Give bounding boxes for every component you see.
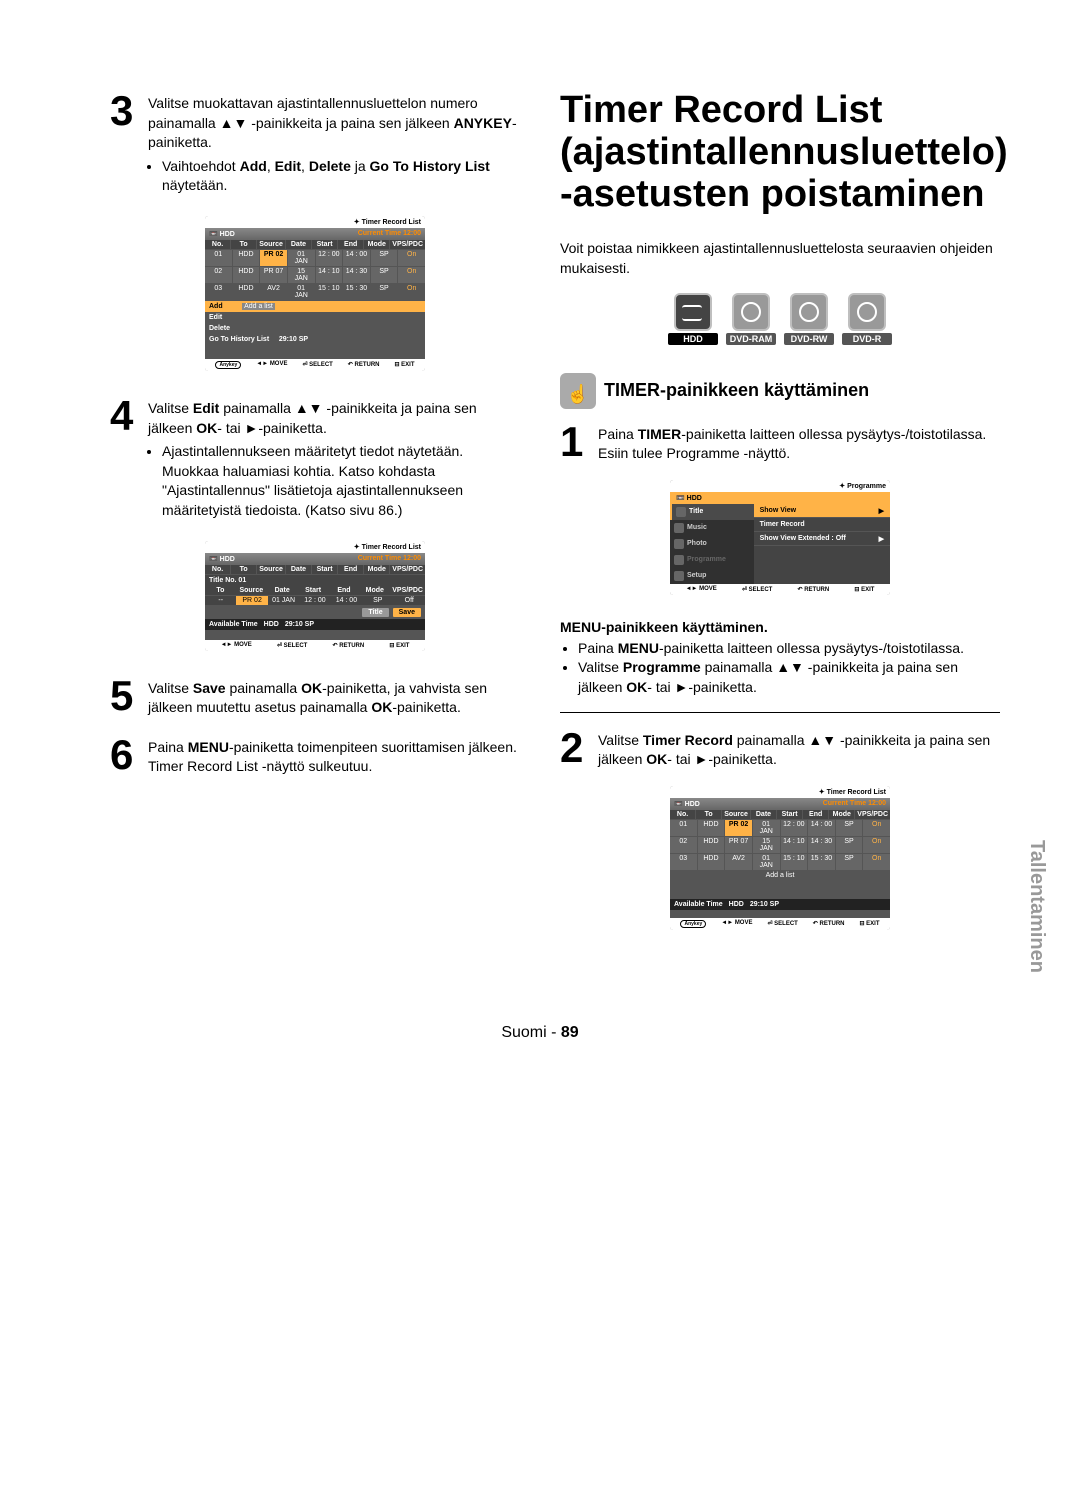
ui-footer: ◄► MOVE ⏎ SELECT ↶ RETURN ⊟ EXIT: [205, 640, 425, 651]
badge-dvd-r: DVD-R: [842, 293, 892, 345]
ui-footer: ◄► MOVE ⏎ SELECT ↶ RETURN ⊟ EXIT: [670, 584, 890, 595]
step-number: 2: [560, 727, 598, 770]
step-number: 6: [110, 734, 148, 777]
ui-title: Timer Record List: [205, 216, 425, 228]
inner-header: ToSourceDateStartEndModeVPS/PDC: [205, 586, 425, 596]
inner-row: --PR 0201 JAN12 : 0014 : 00SPOff: [205, 596, 425, 606]
add-a-list: Add a list: [758, 871, 803, 880]
intro-text: Voit poistaa nimikkeen ajastintallennusl…: [560, 239, 1000, 278]
ui-footer: Anykey ◄► MOVE ⏎ SELECT ↶ RETURN ⊟ EXIT: [670, 918, 890, 930]
step-body: Valitse muokattavan ajastintallennusluet…: [148, 90, 520, 200]
step-body: Valitse Edit painamalla ▲▼ -painikkeita …: [148, 395, 520, 525]
step-number: 4: [110, 395, 148, 525]
table-row: 03HDDAV201 JAN15 : 1015 : 30SPOn: [205, 284, 425, 301]
step-6: 6 Paina MENU-painiketta toimenpiteen suo…: [110, 734, 520, 777]
title-number: Title No. 01: [205, 575, 425, 586]
step-body: Paina TIMER-painiketta laitteen ollessa …: [598, 421, 986, 464]
timer-record-list-screen: Timer Record List 📼 HDD Current Time 12:…: [205, 216, 425, 371]
button-row: Title Save: [205, 606, 425, 619]
media-badges: HDD DVD-RAM DVD-RW DVD-R: [560, 293, 1000, 345]
badge-dvd-rw: DVD-RW: [784, 293, 834, 345]
badge-dvd-ram: DVD-RAM: [726, 293, 776, 345]
menu-edit: Edit: [205, 312, 425, 323]
sidebar-item-photo: Photo: [670, 536, 754, 552]
programme-sidebar: Title Music Photo Programme Setup: [670, 504, 754, 584]
sidebar-item-music: Music: [670, 520, 754, 536]
step-4: 4 Valitse Edit painamalla ▲▼ -painikkeit…: [110, 395, 520, 525]
step-body: Valitse Timer Record painamalla ▲▼ -pain…: [598, 727, 1000, 770]
table-header: No.ToSourceDateStartEndModeVPS/PDC: [670, 810, 890, 820]
remote-icon: ☝: [560, 373, 596, 409]
table-row: 03HDDAV201 JAN15 : 1015 : 30SPOn: [670, 854, 890, 871]
save-button: Save: [393, 608, 421, 617]
timer-record-list-screen-2: Timer Record List 📼 HDD Current Time 12:…: [670, 786, 890, 930]
side-tab: Tallentaminen: [1025, 840, 1048, 973]
timer-record-edit-screen: Timer Record List 📼 HDD Current Time 12:…: [205, 541, 425, 651]
sub-heading: MENU-painikkeen käyttäminen.: [560, 619, 1000, 635]
step-3: 3 Valitse muokattavan ajastintallennuslu…: [110, 90, 520, 200]
step-body: Valitse Save painamalla OK-painiketta, j…: [148, 675, 520, 718]
table-row: 02HDDPR 0715 JAN14 : 1014 : 30SPOn: [670, 837, 890, 854]
badge-hdd: HDD: [668, 293, 718, 345]
sidebar-item-title: Title: [670, 504, 754, 520]
ui-title: Timer Record List: [205, 541, 425, 553]
page-title: Timer Record List (ajastintallennusluett…: [560, 90, 1000, 215]
sidebar-item-programme: Programme: [670, 552, 754, 568]
step-number: 5: [110, 675, 148, 718]
table-row: 02HDDPR 0715 JAN14 : 1014 : 30SPOn: [205, 267, 425, 284]
table-row: 01HDDPR 0201 JAN12 : 0014 : 00SPOn: [670, 820, 890, 837]
step-1: 1 Paina TIMER-painiketta laitteen olless…: [560, 421, 1000, 464]
ui-title: Programme: [670, 480, 890, 492]
table-header: No.ToSourceDateStartEndModeVPS/PDC: [205, 240, 425, 250]
programme-screen: Programme 📼 HDD Title Music Photo Progra…: [670, 480, 890, 595]
ui-footer: Anykey ◄► MOVE ⏎ SELECT ↶ RETURN ⊟ EXIT: [205, 359, 425, 371]
step-body: Paina MENU-painiketta toimenpiteen suori…: [148, 734, 520, 777]
sidebar-item-setup: Setup: [670, 568, 754, 584]
table-header: No.ToSourceDateStartEndModeVPS/PDC: [205, 565, 425, 575]
step-number: 3: [110, 90, 148, 200]
title-button: Title: [362, 608, 388, 617]
available-time: Available TimeHDD29:10 SP: [205, 619, 425, 630]
menu-delete: Delete: [205, 323, 425, 334]
divider: [560, 712, 1000, 713]
ui-title: Timer Record List: [670, 786, 890, 798]
table-row: 01HDDPR 0201 JAN12 : 0014 : 00SPOn: [205, 250, 425, 267]
menu-add: Add Add a list: [205, 301, 425, 312]
option-show-view-extended: Show View Extended : Off▶: [754, 532, 890, 546]
section-heading: ☝TIMER-painikkeen käyttäminen: [560, 373, 1000, 409]
option-timer-record: Timer Record: [754, 518, 890, 532]
step-5: 5 Valitse Save painamalla OK-painiketta,…: [110, 675, 520, 718]
programme-options: Show View▶ Timer Record Show View Extend…: [754, 504, 890, 584]
step-number: 1: [560, 421, 598, 464]
page-footer: Suomi - 89: [0, 1024, 1080, 1042]
step-2: 2 Valitse Timer Record painamalla ▲▼ -pa…: [560, 727, 1000, 770]
menu-history: Go To History List 29:10 SP: [205, 334, 425, 345]
available-time: Available TimeHDD29:10 SP: [670, 899, 890, 910]
option-show-view: Show View▶: [754, 504, 890, 518]
